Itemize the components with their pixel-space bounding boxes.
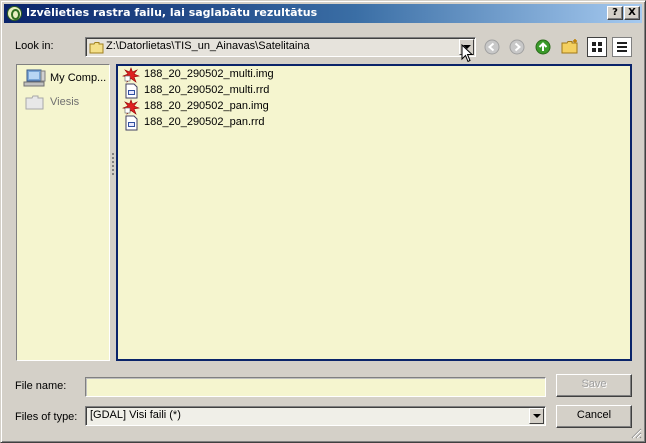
rrd-file-icon (125, 115, 138, 131)
rrd-file-icon (125, 83, 138, 99)
parent-directory-button[interactable] (534, 38, 554, 58)
file-name: 188_20_290502_multi.rrd (144, 84, 270, 96)
look-in-path: Z:\Datorlietas\TIS_un_Ainavas\Satelitain… (106, 40, 310, 52)
places-sidebar: My Comp... Viesis (16, 64, 110, 361)
file-name: 188_20_290502_multi.img (144, 68, 274, 80)
new-folder-icon (561, 39, 578, 54)
file-name: 188_20_290502_pan.rrd (144, 116, 265, 128)
files-of-type-combo[interactable]: [GDAL] Visi faili (*) (85, 406, 546, 426)
folder-icon (89, 42, 104, 54)
splitter-handle[interactable] (111, 151, 115, 191)
close-button[interactable]: X (624, 6, 640, 20)
back-icon (484, 39, 500, 55)
parent-directory-icon (535, 39, 551, 55)
forward-icon (509, 39, 525, 55)
cancel-button[interactable]: Cancel (556, 405, 632, 428)
files-of-type-value: [GDAL] Visi faili (*) (90, 409, 181, 421)
help-button[interactable]: ? (607, 6, 623, 20)
list-view-icon (592, 42, 602, 52)
file-name: 188_20_290502_pan.img (144, 100, 269, 112)
detail-view-icon (617, 42, 627, 52)
forward-button[interactable] (508, 38, 528, 58)
look-in-label: Look in: (15, 40, 54, 52)
sidebar-item-label: My Comp... (50, 72, 107, 84)
file-name-input[interactable] (85, 377, 546, 397)
files-of-type-dropdown-arrow[interactable] (529, 408, 544, 424)
folder-icon (25, 95, 44, 110)
file-list[interactable]: 188_20_290502_multi.img 188_20_290502_mu… (116, 64, 632, 361)
raster-image-icon (122, 67, 140, 83)
file-name-label: File name: (15, 380, 67, 392)
files-of-type-label: Files of type: (15, 411, 78, 423)
detail-view-button[interactable] (612, 37, 632, 57)
sidebar-item-label: Viesis (50, 96, 80, 108)
back-button[interactable] (483, 38, 503, 58)
computer-icon (23, 69, 46, 87)
resize-grip-icon[interactable] (630, 427, 642, 439)
list-view-button[interactable] (587, 37, 607, 57)
qgis-app-icon (7, 6, 22, 21)
mouse-cursor-icon (461, 44, 474, 63)
window-title: Izvēlieties rastra failu, lai saglabātu … (26, 6, 318, 19)
save-button[interactable]: Save (556, 374, 632, 397)
new-folder-button[interactable] (560, 38, 580, 58)
title-bar[interactable]: Izvēlieties rastra failu, lai saglabātu … (4, 4, 642, 23)
look-in-combo[interactable]: Z:\Datorlietas\TIS_un_Ainavas\Satelitain… (85, 37, 476, 57)
file-dialog-window: Izvēlieties rastra failu, lai saglabātu … (0, 0, 646, 443)
raster-image-icon (122, 99, 140, 115)
